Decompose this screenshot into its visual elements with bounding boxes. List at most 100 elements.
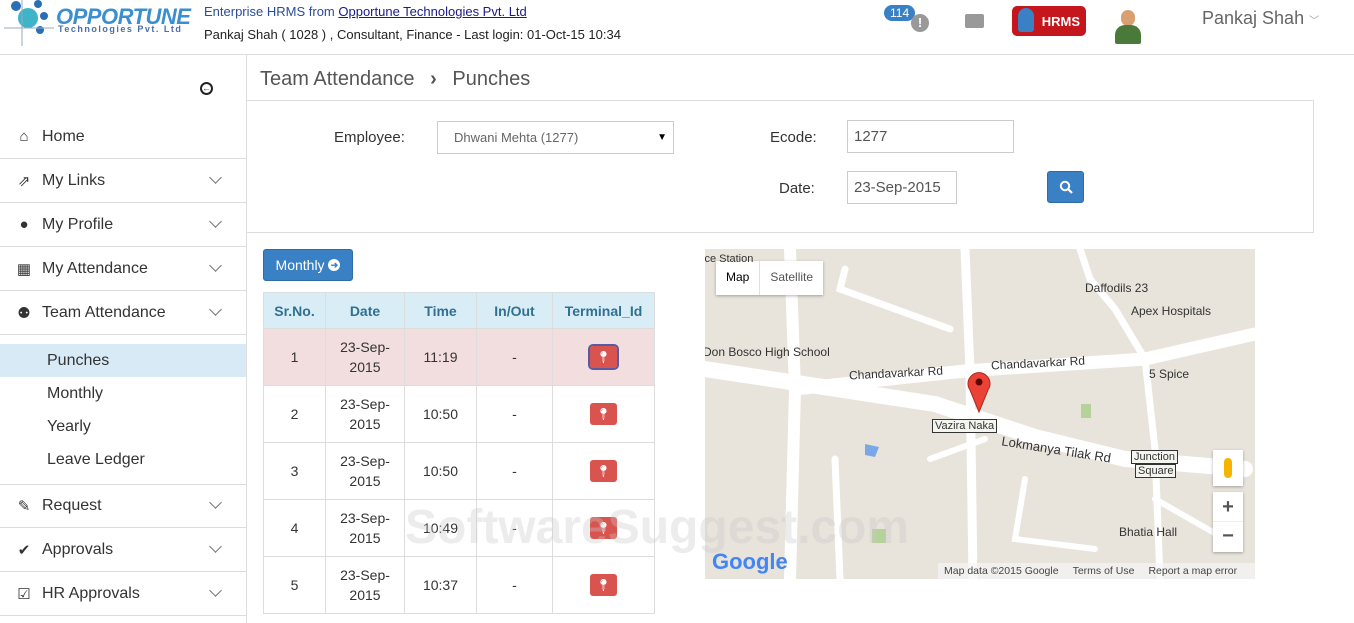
date-cell: 23-Sep- 2015	[325, 442, 405, 500]
sidebar-item-label: Home	[42, 127, 85, 145]
filter-panel	[247, 100, 1314, 233]
arrow-circle-right-icon: ➜	[328, 259, 341, 271]
search-button[interactable]	[1047, 171, 1084, 203]
ecode-value: 1277	[854, 128, 888, 145]
zoom-in-button[interactable]: +	[1213, 492, 1243, 522]
chevron-down-icon	[209, 303, 222, 316]
table-row[interactable]: 5 23-Sep- 2015 10:37- 📍︎	[263, 556, 655, 614]
company-link[interactable]: Opportune Technologies Pvt. Ltd	[338, 4, 526, 19]
map-marker-icon	[967, 372, 991, 414]
sidebar-subitem-monthly[interactable]: Monthly	[0, 377, 246, 410]
monthly-button-label: Monthly	[275, 257, 325, 273]
map-label-daffodils: Daffodils 23	[1085, 281, 1149, 295]
alert-icon: !	[911, 14, 929, 32]
table-row[interactable]: 2 23-Sep- 2015 10:50- 📍︎	[263, 385, 655, 443]
map-label-apex-hospitals: Apex Hospitals	[1131, 304, 1212, 318]
report-map-error-link[interactable]: Report a map error	[1148, 565, 1237, 577]
map-pin-button[interactable]: 📍︎	[590, 460, 617, 482]
column-header[interactable]: Date	[325, 292, 405, 329]
user-name: Pankaj Shah	[1202, 8, 1305, 28]
map-pin-button[interactable]: 📍︎	[590, 403, 617, 425]
users-icon: ⚉	[17, 304, 31, 322]
sidebar-item-my-links[interactable]: ⇗ My Links	[0, 159, 246, 203]
check-square-icon: ☑	[17, 585, 31, 603]
column-header[interactable]: Time	[404, 292, 477, 329]
pegman-icon[interactable]	[1213, 450, 1243, 486]
zoom-out-button[interactable]: −	[1213, 522, 1243, 552]
sidebar-subitem-yearly[interactable]: Yearly	[0, 410, 246, 443]
logo[interactable]: OPPORTUNE Technologies Pvt. Ltd	[0, 0, 191, 50]
satellite-tab[interactable]: Satellite	[760, 261, 823, 295]
sidebar-item-label: Team Attendance	[42, 303, 166, 321]
date-cell: 23-Sep- 2015	[325, 328, 405, 386]
breadcrumb: Team Attendance › Punches	[260, 68, 530, 91]
terminal-cell: 📍︎	[552, 499, 655, 557]
map-label-junction: Junction	[1131, 450, 1178, 464]
monthly-button[interactable]: Monthly ➜	[263, 249, 353, 281]
map-pin-button[interactable]: 📍︎	[590, 517, 617, 539]
map[interactable]: Map Satellite ice Station Daffodils 23 A…	[705, 249, 1255, 579]
home-icon: ⌂	[19, 128, 29, 145]
terminal-cell: 📍︎	[552, 328, 655, 386]
table-row[interactable]: 3 23-Sep- 2015 10:50- 📍︎	[263, 442, 655, 500]
user-menu[interactable]: Pankaj Shah ﹀	[1202, 8, 1319, 29]
map-tab[interactable]: Map	[716, 261, 761, 295]
table-row[interactable]: 4 23-Sep- 2015 10:49- 📍︎	[263, 499, 655, 557]
google-logo: Google	[712, 549, 788, 574]
sidebar-item-my-profile[interactable]: ● My Profile	[0, 203, 246, 247]
chat-icon[interactable]	[965, 14, 984, 28]
notifications-button[interactable]: 114 !	[884, 5, 932, 35]
tagline: Enterprise HRMS from Opportune Technolog…	[204, 4, 527, 19]
map-footer: Map data ©2015 Google Terms of Use Repor…	[938, 563, 1255, 579]
ecode-label: Ecode:	[770, 129, 817, 146]
sr-no-cell: 3	[263, 442, 326, 500]
map-label-vazira-naka: Vazira Naka	[932, 419, 998, 433]
column-header[interactable]: In/Out	[476, 292, 553, 329]
terminal-cell: 📍︎	[552, 385, 655, 443]
map-pin-button[interactable]: 📍︎	[588, 344, 619, 370]
map-marker-icon: 📍︎	[595, 578, 612, 592]
date-input[interactable]: 23-Sep-2015	[847, 171, 957, 204]
hrms-label: HRMS	[1041, 13, 1080, 29]
edit-icon: ✎	[17, 497, 31, 515]
sidebar-item-home[interactable]: ⌂ Home	[0, 115, 246, 159]
date-year: 2015	[349, 473, 381, 489]
sidebar-item-hr-approvals[interactable]: ☑ HR Approvals	[0, 572, 246, 616]
avatar[interactable]	[1114, 10, 1142, 44]
user-icon: ●	[19, 216, 29, 233]
employee-select[interactable]: Dhwani Mehta (1277) ▼	[437, 121, 674, 154]
inout-cell: -	[476, 328, 553, 386]
map-marker-icon: 📍︎	[595, 407, 612, 421]
sidebar-item-label: My Attendance	[42, 259, 148, 277]
chevron-down-icon: ﹀	[1309, 16, 1320, 27]
logo-icon	[4, 0, 54, 46]
column-header[interactable]: Sr.No.	[263, 292, 326, 329]
map-label-bhatia-hall: Bhatia Hall	[1119, 525, 1178, 539]
date-part: 23-Sep-	[340, 567, 390, 583]
map-pin-button[interactable]: 📍︎	[590, 574, 617, 596]
breadcrumb-parent[interactable]: Team Attendance	[260, 68, 415, 90]
sidebar-subitem-leave-ledger[interactable]: Leave Ledger	[0, 443, 246, 476]
inout-cell: -	[476, 499, 553, 557]
inout-cell: -	[476, 556, 553, 614]
hrms-button[interactable]: HRMS	[1012, 6, 1086, 36]
column-header[interactable]: Terminal_Id	[552, 292, 655, 329]
sidebar-item-approvals[interactable]: ✔ Approvals	[0, 528, 246, 572]
table-row[interactable]: 1 23-Sep- 2015 11:19- 📍︎	[263, 328, 655, 386]
check-icon: ✔	[17, 541, 31, 559]
map-data-attribution: Map data ©2015 Google	[944, 565, 1059, 577]
ecode-input[interactable]: 1277	[847, 120, 1014, 153]
hrms-person-icon	[1018, 8, 1034, 32]
user-info: Pankaj Shah ( 1028 ) , Consultant, Finan…	[204, 27, 621, 42]
terms-link[interactable]: Terms of Use	[1073, 565, 1135, 577]
sidebar-item-request[interactable]: ✎ Request	[0, 484, 246, 528]
terminal-cell: 📍︎	[552, 556, 655, 614]
sidebar-item-label: Approvals	[42, 540, 114, 558]
sidebar-subitem-punches[interactable]: Punches	[0, 344, 246, 377]
sidebar-item-my-attendance[interactable]: ▦ My Attendance	[0, 247, 246, 291]
collapse-sidebar-icon[interactable]: ←	[200, 82, 213, 95]
map-marker-icon: 📍︎	[595, 521, 612, 535]
sr-no-cell: 4	[263, 499, 326, 557]
sidebar-item-team-attendance[interactable]: ⚉ Team Attendance	[0, 291, 246, 335]
search-icon	[1059, 180, 1073, 194]
